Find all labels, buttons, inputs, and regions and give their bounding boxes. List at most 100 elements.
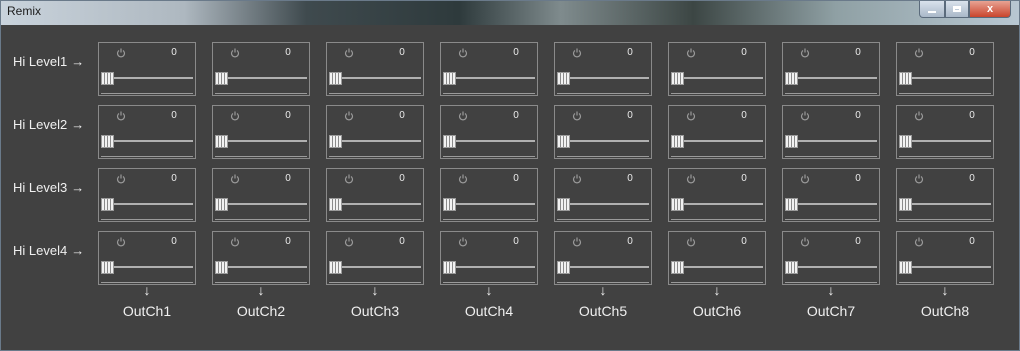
- slider-track[interactable]: [443, 266, 535, 268]
- slider-track[interactable]: [671, 266, 763, 268]
- power-icon[interactable]: [572, 111, 582, 121]
- slider-track[interactable]: [785, 203, 877, 205]
- power-icon[interactable]: [344, 48, 354, 58]
- power-icon[interactable]: [116, 48, 126, 58]
- slider-track[interactable]: [443, 77, 535, 79]
- slider-track[interactable]: [557, 140, 649, 142]
- slider-track[interactable]: [785, 140, 877, 142]
- power-icon[interactable]: [116, 111, 126, 121]
- power-icon[interactable]: [914, 237, 924, 247]
- slider-track[interactable]: [215, 266, 307, 268]
- slider-thumb[interactable]: [443, 261, 456, 274]
- slider-thumb[interactable]: [785, 72, 798, 85]
- slider-thumb[interactable]: [671, 72, 684, 85]
- maximize-button[interactable]: [945, 1, 969, 18]
- slider-track[interactable]: [557, 77, 649, 79]
- slider-track[interactable]: [101, 203, 193, 205]
- slider-thumb[interactable]: [215, 198, 228, 211]
- slider-track[interactable]: [101, 266, 193, 268]
- slider-thumb[interactable]: [329, 135, 342, 148]
- slider-track[interactable]: [329, 77, 421, 79]
- power-icon[interactable]: [230, 174, 240, 184]
- power-icon[interactable]: [686, 111, 696, 121]
- slider-track[interactable]: [443, 203, 535, 205]
- power-icon[interactable]: [686, 48, 696, 58]
- slider-track[interactable]: [329, 203, 421, 205]
- slider-track[interactable]: [671, 77, 763, 79]
- slider-thumb[interactable]: [101, 135, 114, 148]
- minimize-button[interactable]: [919, 1, 945, 18]
- slider-track[interactable]: [899, 203, 991, 205]
- slider-track[interactable]: [899, 266, 991, 268]
- slider-thumb[interactable]: [785, 135, 798, 148]
- power-icon[interactable]: [116, 174, 126, 184]
- slider-thumb[interactable]: [329, 198, 342, 211]
- slider-thumb[interactable]: [101, 72, 114, 85]
- slider-track[interactable]: [215, 140, 307, 142]
- slider-thumb[interactable]: [215, 261, 228, 274]
- power-icon[interactable]: [686, 237, 696, 247]
- slider-track[interactable]: [671, 140, 763, 142]
- slider-thumb[interactable]: [215, 72, 228, 85]
- slider-thumb[interactable]: [329, 72, 342, 85]
- slider-thumb[interactable]: [443, 135, 456, 148]
- slider-thumb[interactable]: [899, 261, 912, 274]
- title-bar[interactable]: Remix x: [1, 1, 1019, 25]
- slider-thumb[interactable]: [671, 261, 684, 274]
- slider-track[interactable]: [329, 140, 421, 142]
- slider-track[interactable]: [329, 266, 421, 268]
- power-icon[interactable]: [914, 111, 924, 121]
- slider-thumb[interactable]: [899, 135, 912, 148]
- slider-thumb[interactable]: [557, 198, 570, 211]
- slider-track[interactable]: [101, 140, 193, 142]
- power-icon[interactable]: [458, 48, 468, 58]
- power-icon[interactable]: [458, 237, 468, 247]
- slider-track[interactable]: [671, 203, 763, 205]
- slider-thumb[interactable]: [557, 135, 570, 148]
- power-icon[interactable]: [800, 174, 810, 184]
- power-icon[interactable]: [572, 174, 582, 184]
- slider-thumb[interactable]: [671, 135, 684, 148]
- slider-track[interactable]: [557, 266, 649, 268]
- slider-track[interactable]: [899, 140, 991, 142]
- slider-track[interactable]: [101, 77, 193, 79]
- slider-thumb[interactable]: [785, 261, 798, 274]
- slider-thumb[interactable]: [899, 72, 912, 85]
- power-icon[interactable]: [230, 48, 240, 58]
- power-icon[interactable]: [914, 174, 924, 184]
- power-icon[interactable]: [344, 237, 354, 247]
- power-icon[interactable]: [572, 237, 582, 247]
- slider-thumb[interactable]: [443, 198, 456, 211]
- power-icon[interactable]: [686, 174, 696, 184]
- slider-track[interactable]: [215, 203, 307, 205]
- slider-thumb[interactable]: [557, 261, 570, 274]
- slider-thumb[interactable]: [899, 198, 912, 211]
- slider-track[interactable]: [899, 77, 991, 79]
- slider-thumb[interactable]: [215, 135, 228, 148]
- slider-track[interactable]: [785, 266, 877, 268]
- slider-thumb[interactable]: [443, 72, 456, 85]
- power-icon[interactable]: [572, 48, 582, 58]
- close-button[interactable]: x: [969, 1, 1011, 18]
- slider-thumb[interactable]: [785, 198, 798, 211]
- power-icon[interactable]: [800, 237, 810, 247]
- slider-thumb[interactable]: [101, 198, 114, 211]
- slider-track[interactable]: [785, 77, 877, 79]
- power-icon[interactable]: [458, 174, 468, 184]
- power-icon[interactable]: [116, 237, 126, 247]
- power-icon[interactable]: [800, 111, 810, 121]
- slider-thumb[interactable]: [557, 72, 570, 85]
- slider-track[interactable]: [443, 140, 535, 142]
- power-icon[interactable]: [230, 237, 240, 247]
- power-icon[interactable]: [344, 111, 354, 121]
- power-icon[interactable]: [914, 48, 924, 58]
- slider-thumb[interactable]: [329, 261, 342, 274]
- power-icon[interactable]: [344, 174, 354, 184]
- power-icon[interactable]: [230, 111, 240, 121]
- slider-track[interactable]: [557, 203, 649, 205]
- slider-track[interactable]: [215, 77, 307, 79]
- slider-thumb[interactable]: [101, 261, 114, 274]
- power-icon[interactable]: [458, 111, 468, 121]
- power-icon[interactable]: [800, 48, 810, 58]
- slider-thumb[interactable]: [671, 198, 684, 211]
